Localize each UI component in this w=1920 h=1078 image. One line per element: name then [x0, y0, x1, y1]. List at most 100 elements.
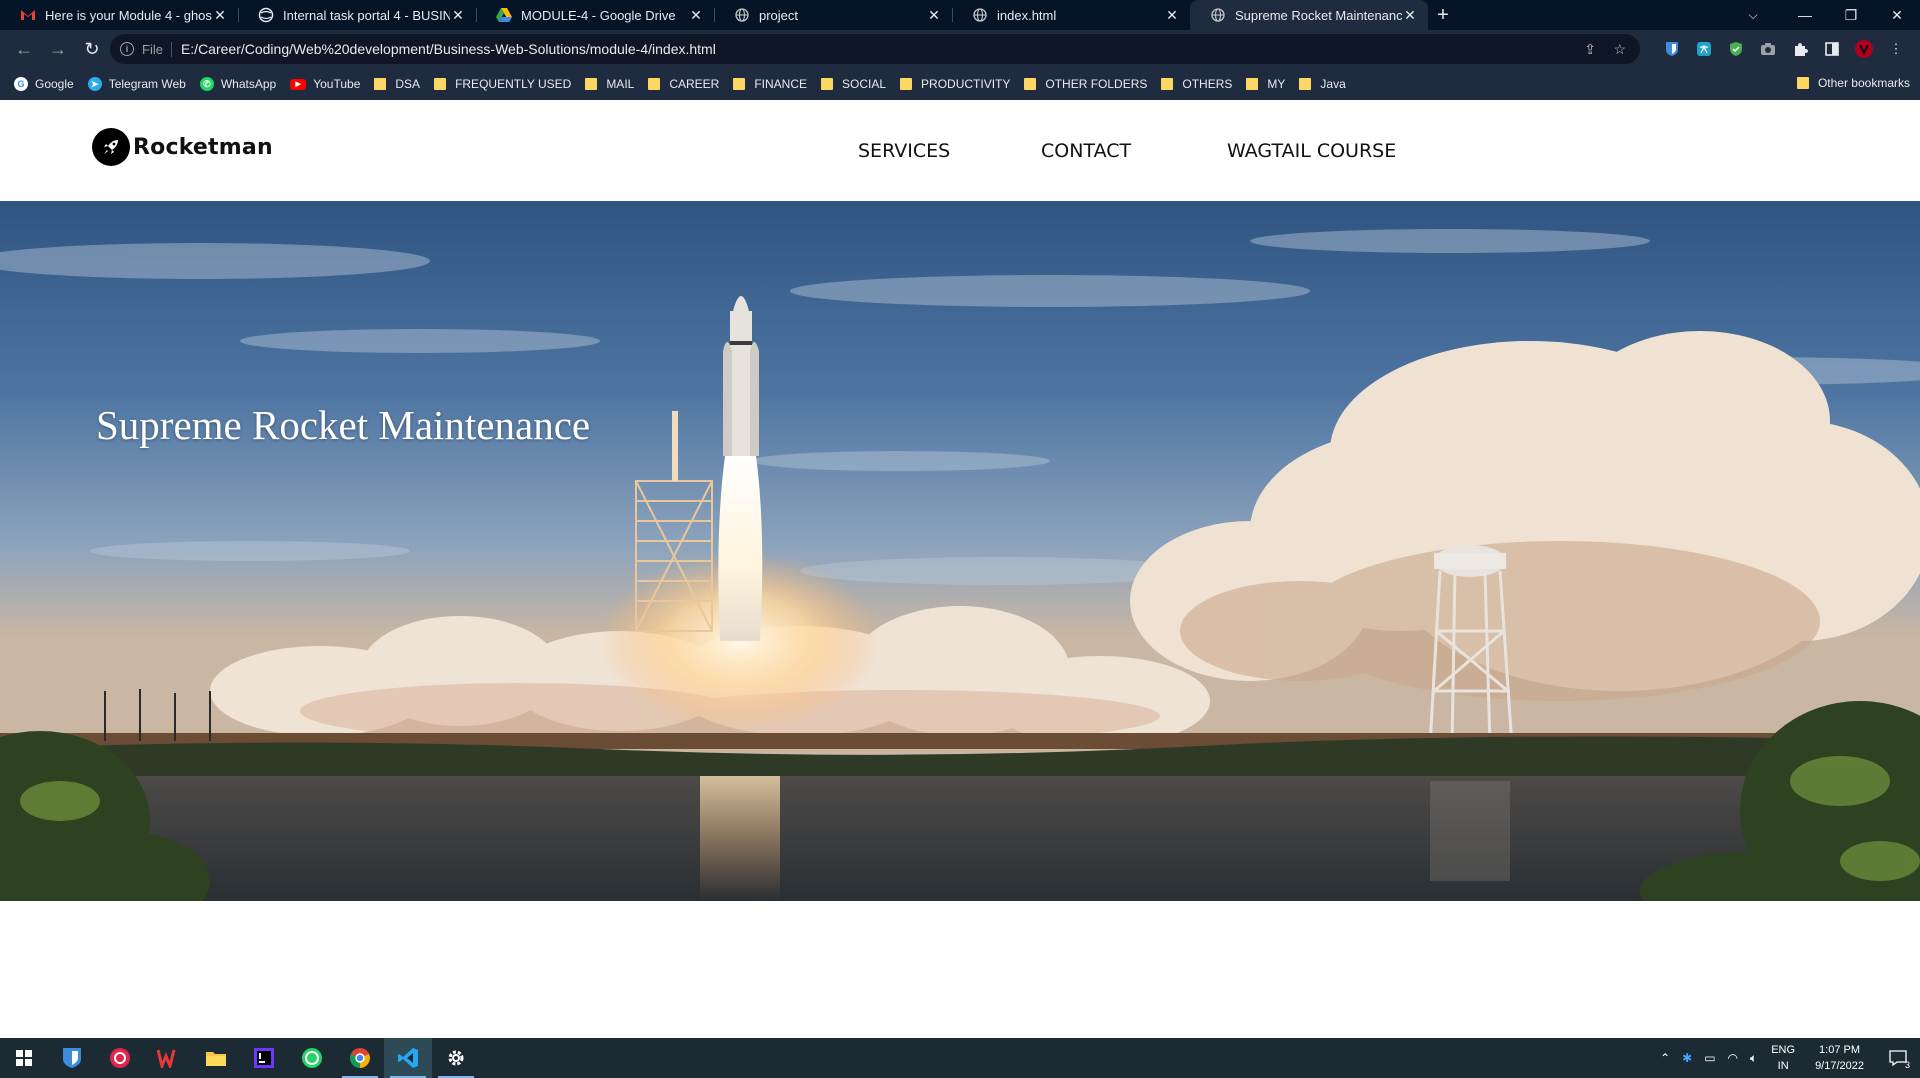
folder-icon	[1246, 78, 1259, 90]
folder-icon	[821, 78, 834, 90]
tray-expand-chevron-icon[interactable]: ⌃	[1660, 1051, 1670, 1065]
close-icon[interactable]: ✕	[1402, 7, 1418, 24]
browser-tab-strip: Here is your Module 4 - ghoshlol ✕ Inter…	[0, 0, 1920, 30]
language-indicator[interactable]: ENG IN	[1771, 1042, 1795, 1074]
file-explorer-icon[interactable]	[192, 1038, 240, 1078]
tab-gmail[interactable]: Here is your Module 4 - ghoshlol ✕	[0, 0, 238, 30]
bookmark-folder-other-folders[interactable]: OTHER FOLDERS	[1024, 77, 1147, 91]
bookmark-label: Java	[1320, 77, 1346, 91]
bookmark-folder-frequently-used[interactable]: FREQUENTLY USED	[434, 77, 571, 91]
bookmark-folder-career[interactable]: CAREER	[648, 77, 719, 91]
close-window-button[interactable]: ✕	[1874, 0, 1920, 30]
side-panel-icon[interactable]	[1820, 34, 1844, 64]
extensions-area: ⋮	[1660, 34, 1908, 64]
address-url[interactable]: E:/Career/Coding/Web%20development/Busin…	[181, 41, 716, 57]
bookmark-label: Google	[35, 77, 74, 91]
language-code: ENG	[1771, 1044, 1796, 1056]
puzzle-extensions-icon[interactable]	[1788, 34, 1812, 64]
bookmark-folder-my[interactable]: MY	[1246, 77, 1285, 91]
bookmark-whatsapp[interactable]: ✆ WhatsApp	[199, 77, 277, 91]
address-scheme: File	[142, 41, 172, 57]
tab-google-drive[interactable]: MODULE-4 - Google Drive ✕	[476, 0, 714, 30]
bookmark-star-icon[interactable]: ☆	[1613, 41, 1626, 58]
wps-office-icon[interactable]	[144, 1038, 192, 1078]
shield-extension-icon[interactable]	[1724, 34, 1748, 64]
bookmark-label: FINANCE	[754, 77, 808, 91]
site-header: Rocketman SERVICES CONTACT WAGTAIL COURS…	[0, 100, 1920, 201]
bookmark-folder-mail[interactable]: MAIL	[585, 77, 634, 91]
vscode-icon[interactable]	[384, 1038, 432, 1078]
nav-link-wagtail-course[interactable]: WAGTAIL COURSE	[1227, 140, 1396, 162]
system-tray: ⌃ ✱ ▭ ◠ 🔈︎ ENG IN 1:07 PM 9/17/2022 3	[1654, 1038, 1920, 1078]
bookmark-folder-social[interactable]: SOCIAL	[821, 77, 886, 91]
bookmark-folder-productivity[interactable]: PRODUCTIVITY	[900, 77, 1010, 91]
volume-icon[interactable]: 🔈︎	[1750, 1051, 1757, 1066]
share-icon[interactable]: ⇪	[1584, 41, 1596, 58]
bitwarden-icon[interactable]	[48, 1038, 96, 1078]
cortana-icon[interactable]	[96, 1038, 144, 1078]
bookmark-label: OTHER FOLDERS	[1045, 77, 1148, 91]
globe-icon	[734, 7, 750, 23]
bookmark-label: YouTube	[313, 77, 361, 91]
close-icon[interactable]: ✕	[212, 7, 228, 24]
whatsapp-icon[interactable]	[288, 1038, 336, 1078]
nav-link-contact[interactable]: CONTACT	[1041, 140, 1131, 162]
tab-title: Supreme Rocket Maintenance	[1235, 7, 1402, 23]
tab-title: MODULE-4 - Google Drive	[521, 7, 676, 23]
whatsapp-icon: ✆	[199, 77, 214, 91]
bookmark-label: WhatsApp	[220, 77, 277, 91]
close-icon[interactable]: ✕	[1164, 7, 1180, 24]
kebab-menu-icon[interactable]: ⋮	[1884, 34, 1908, 64]
bookmark-label: MY	[1267, 77, 1286, 91]
web-page: Rocketman SERVICES CONTACT WAGTAIL COURS…	[0, 100, 1920, 1038]
tab-task-portal[interactable]: Internal task portal 4 - BUSINESS ✕	[238, 0, 476, 30]
bookmark-folder-java[interactable]: Java	[1299, 77, 1346, 91]
globe-swirl-icon	[258, 7, 274, 23]
minimize-button[interactable]: —	[1782, 0, 1828, 30]
tab-index-html[interactable]: index.html ✕	[952, 0, 1190, 30]
translate-extension-icon[interactable]	[1692, 34, 1716, 64]
settings-icon[interactable]	[432, 1038, 480, 1078]
site-logo[interactable]: Rocketman	[92, 128, 273, 166]
bookmark-folder-finance[interactable]: FINANCE	[733, 77, 807, 91]
bookmark-label: FREQUENTLY USED	[455, 77, 572, 91]
bookmarks-bar: G Google ➤ Telegram Web ✆ WhatsApp ▶ You…	[0, 68, 1920, 100]
notification-center-icon[interactable]: 3	[1876, 1038, 1920, 1078]
windows-start-icon[interactable]	[0, 1038, 48, 1078]
new-tab-button[interactable]: +	[1428, 0, 1458, 30]
bookmark-folder-others[interactable]: OTHERS	[1161, 77, 1232, 91]
forward-arrow-icon[interactable]: →	[42, 33, 74, 65]
rocket-icon	[92, 128, 130, 166]
address-bar[interactable]: i File E:/Career/Coding/Web%20developmen…	[110, 34, 1640, 64]
tab-title: index.html	[997, 7, 1057, 23]
bluetooth-icon[interactable]: ✱	[1682, 1051, 1692, 1065]
intellij-icon[interactable]	[240, 1038, 288, 1078]
bookmark-folder-dsa[interactable]: DSA	[374, 77, 420, 91]
wifi-icon[interactable]: ◠	[1728, 1051, 1738, 1065]
nav-link-services[interactable]: SERVICES	[858, 140, 950, 162]
profile-avatar-icon[interactable]	[1852, 34, 1876, 64]
browser-toolbar: ← → ↻ i File E:/Career/Coding/Web%20deve…	[0, 30, 1920, 68]
bitwarden-extension-icon[interactable]	[1660, 34, 1684, 64]
tab-project[interactable]: project ✕	[714, 0, 952, 30]
close-icon[interactable]: ✕	[450, 7, 466, 24]
rocket-launch-image	[0, 201, 1920, 901]
info-icon[interactable]: i	[120, 42, 134, 56]
bookmark-youtube[interactable]: ▶ YouTube	[290, 77, 360, 91]
back-arrow-icon[interactable]: ←	[8, 33, 40, 65]
tab-supreme-rocket[interactable]: Supreme Rocket Maintenance ✕	[1190, 0, 1428, 30]
bookmark-telegram[interactable]: ➤ Telegram Web	[87, 77, 186, 91]
close-icon[interactable]: ✕	[688, 7, 704, 24]
folder-icon	[1161, 78, 1174, 90]
tab-search-chevron-icon[interactable]: ⌵	[1738, 0, 1768, 30]
reload-icon[interactable]: ↻	[76, 33, 108, 65]
other-bookmarks[interactable]: Other bookmarks	[1796, 76, 1910, 90]
chrome-icon[interactable]	[336, 1038, 384, 1078]
clock[interactable]: 1:07 PM 9/17/2022	[1815, 1042, 1864, 1074]
close-icon[interactable]: ✕	[926, 7, 942, 24]
restore-button[interactable]: ❐	[1828, 0, 1874, 30]
camera-extension-icon[interactable]	[1756, 34, 1780, 64]
folder-icon	[1024, 78, 1037, 90]
battery-icon[interactable]: ▭	[1704, 1051, 1715, 1065]
bookmark-google[interactable]: G Google	[14, 77, 74, 91]
